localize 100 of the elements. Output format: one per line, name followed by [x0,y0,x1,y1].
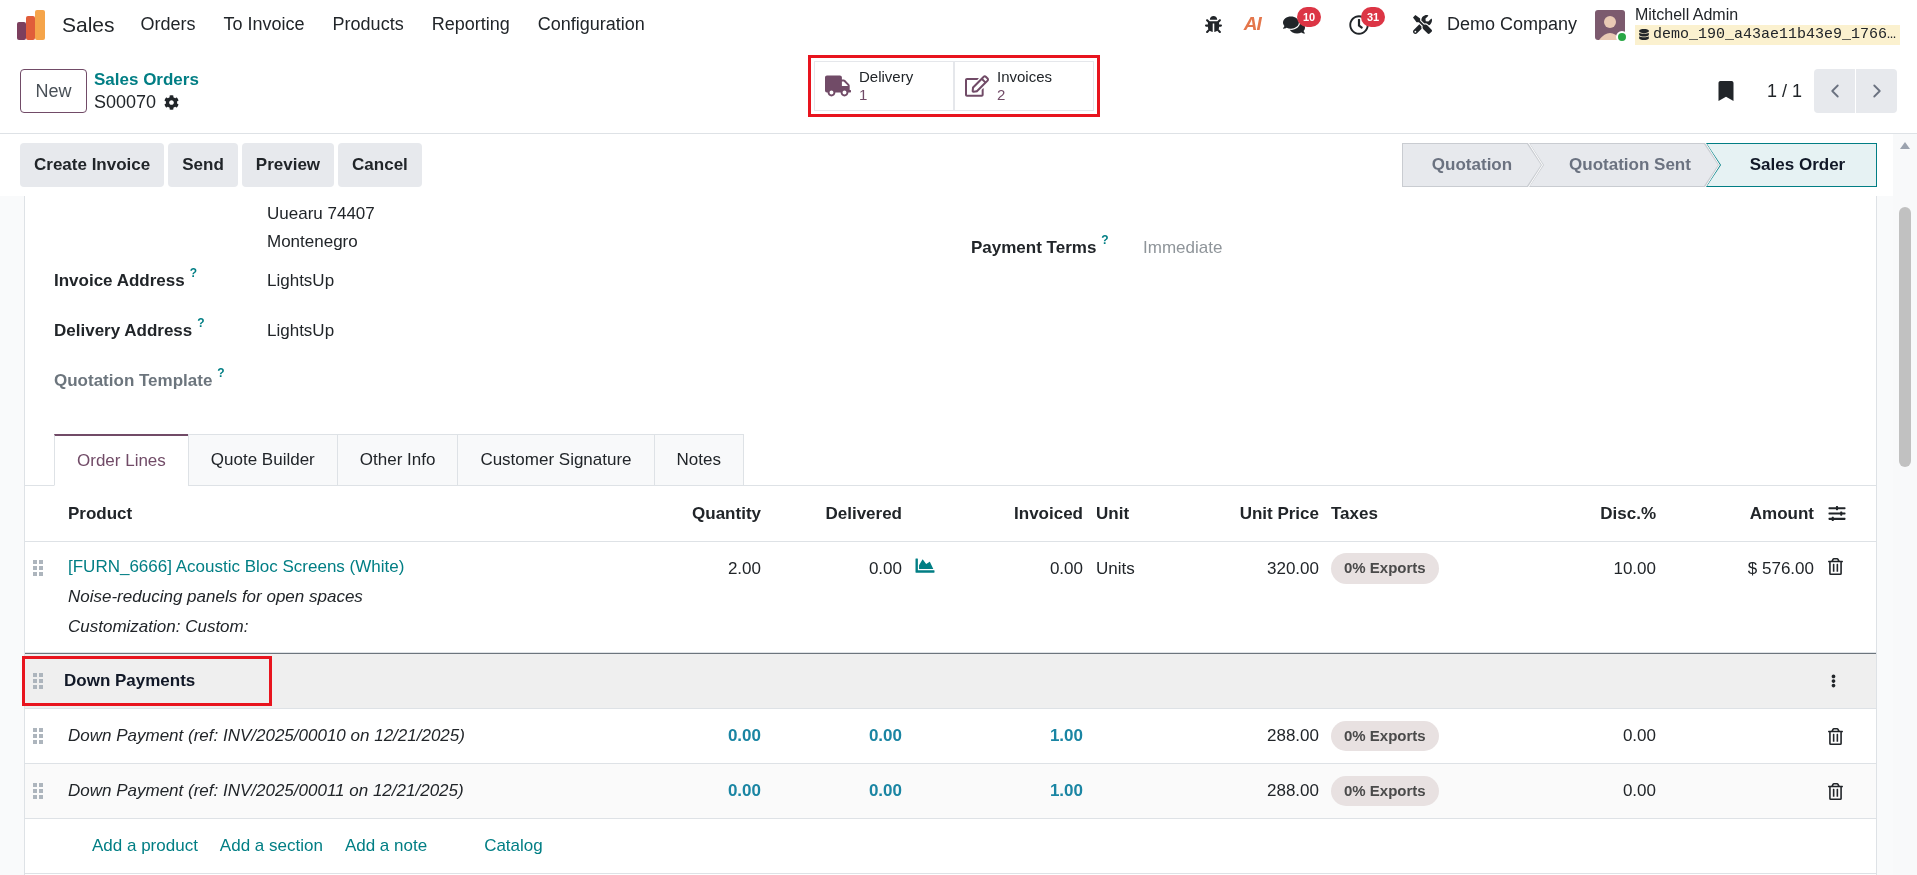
smart-button[interactable]: Delivery 1 [814,61,954,111]
tax-tag: 0% Exports [1331,775,1439,807]
column-header[interactable]: Invoiced [946,500,1083,527]
unit-price-cell-text: 288.00 [1266,725,1319,748]
catalog-link[interactable]: Catalog [484,833,543,859]
help-tooltip[interactable]: ? [217,364,225,383]
add-line-link[interactable]: Add a product [92,833,198,859]
user-name[interactable]: Mitchell Admin [1634,4,1900,25]
tab[interactable]: Customer Signature [457,434,655,486]
delete-icon[interactable] [1828,782,1843,800]
breadcrumb-link[interactable]: Sales Orders [94,69,199,91]
database-icon [1638,29,1649,40]
tools-icon[interactable] [1412,15,1432,34]
avatar[interactable] [1594,9,1625,40]
delete-icon[interactable] [1828,727,1843,745]
payment-terms-field[interactable]: Immediate [1143,235,1383,261]
scrollbar-thumb[interactable] [1899,207,1911,467]
section-title[interactable]: Down Payments [64,668,196,694]
menu-item[interactable]: Orders [126,11,210,38]
help-tooltip[interactable]: ? [1101,231,1109,250]
tab[interactable]: Quote Builder [187,434,338,486]
drag-handle-icon[interactable] [33,783,43,799]
help-tooltip[interactable]: ? [189,264,198,283]
column-header[interactable]: Product [61,500,641,527]
delivered-cell-text: 0.00 [867,725,902,748]
status-stage[interactable]: Sales Order [1706,143,1877,187]
action-button[interactable]: Preview [241,143,335,187]
scrollbar[interactable] [1893,134,1917,875]
app-name[interactable]: Sales [62,8,115,41]
smart-button-label: Delivery [859,68,914,86]
quantity-cell-text: 2.00 [726,558,761,580]
unit-cell-text: Units [1095,558,1136,580]
quantity-cell-text: 0.00 [726,780,761,803]
tab[interactable]: Notes [653,434,744,486]
drag-handle-icon[interactable] [33,560,43,576]
smart-button-count: 2 [997,86,1006,104]
field-value[interactable]: LightsUp [267,318,335,344]
bug-icon[interactable] [1204,16,1222,33]
count-badge: 10 [1296,6,1322,27]
column-header[interactable]: Unit [1083,500,1181,527]
delivered-cell-text: 0.00 [867,780,902,803]
column-header[interactable]: Amount [1656,500,1814,527]
action-button[interactable]: Cancel [338,143,422,187]
truck-icon [825,75,851,97]
discount-cell-text: 0.00 [1621,725,1656,748]
field-label: Delivery Address [54,320,193,343]
product-description: Customization: Custom: [68,616,250,638]
menu-item[interactable]: To Invoice [209,11,319,38]
product-link[interactable]: [FURN_6666] Acoustic Bloc Screens (White) [68,552,641,582]
optional-columns-icon[interactable] [1828,505,1846,522]
menu-item[interactable]: Products [318,11,418,38]
down-payment-description: Down Payment (ref: INV/2025/00010 on 12/21/2025) [67,725,466,748]
discount-cell-text: 0.00 [1621,780,1656,803]
drag-handle-icon[interactable] [33,728,43,744]
company-name[interactable]: Demo Company [1446,11,1577,38]
forecast-chart-icon[interactable] [914,556,936,575]
record-name: S00070 [94,91,157,113]
column-header[interactable]: Taxes [1319,500,1521,527]
bookmark-icon[interactable] [1717,81,1734,101]
column-header[interactable]: Unit Price [1181,500,1319,527]
column-header[interactable]: Quantity [641,500,761,527]
delivered-cell-text: 0.00 [867,558,902,580]
invoiced-cell-text: 1.00 [1048,725,1083,748]
delete-icon[interactable] [1828,558,1843,575]
address-line: Uuearu 74407 [267,203,375,226]
more-options-icon[interactable] [1831,673,1836,689]
invoiced-cell-text: 0.00 [1048,558,1083,580]
drag-handle-icon[interactable] [33,673,43,689]
tab[interactable]: Other Info [336,434,459,486]
action-button[interactable]: Create Invoice [20,143,165,187]
down-payment-description: Down Payment (ref: INV/2025/00011 on 12/21/2025) [67,780,465,803]
status-stage[interactable]: Quotation [1402,143,1542,187]
column-header[interactable]: Delivered [761,500,902,527]
help-tooltip[interactable]: ? [197,314,205,333]
smart-button-label: Invoices [997,68,1053,86]
field-label: Quotation Template [54,370,213,393]
smart-button[interactable]: Invoices 2 [954,61,1094,111]
add-line-link[interactable]: Add a note [344,833,428,859]
menu-item[interactable]: Reporting [417,11,524,38]
unit-price-cell-text: 288.00 [1266,780,1319,803]
field-value[interactable]: LightsUp [267,268,335,294]
menu-item[interactable]: Configuration [523,11,659,38]
amount-cell-text: $ 576.00 [1746,558,1814,580]
column-header[interactable]: Disc.% [1521,500,1656,527]
status-stage[interactable]: Quotation Sent [1529,143,1719,187]
app-logo-icon[interactable] [17,9,45,40]
tax-tag: 0% Exports [1331,553,1439,584]
settings-icon[interactable] [164,94,180,110]
database-badge: demo_190_a43ae11b43e9_1766… [1634,24,1900,45]
new-button[interactable]: New [20,69,87,113]
pager-value[interactable]: 1 / 1 [1766,77,1802,105]
action-button[interactable]: Send [168,143,238,187]
add-line-link[interactable]: Add a section [219,833,323,859]
clock-icon[interactable] [1348,14,1369,35]
tab[interactable]: Order Lines [54,434,189,486]
address-line: Montenegro [267,231,358,254]
quantity-cell-text: 0.00 [726,725,761,748]
field-label: Invoice Address [54,270,185,293]
product-description: Noise-reducing panels for open spaces [68,586,364,608]
invoiced-cell-text: 1.00 [1048,780,1083,803]
